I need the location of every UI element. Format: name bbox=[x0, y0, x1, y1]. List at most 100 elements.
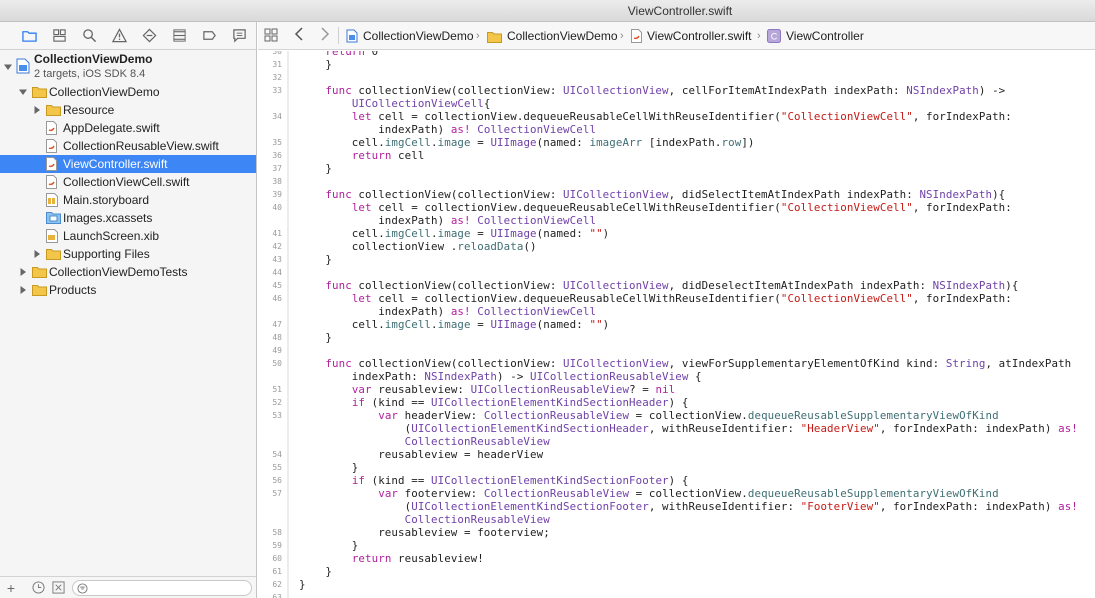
code-area[interactable]: 30 return 0 31 } 32 33 func collectionView(… bbox=[258, 51, 1095, 598]
tree-item[interactable]: CollectionViewDemo bbox=[0, 83, 256, 101]
code-line: func collectionView(collectionView: UICo… bbox=[325, 188, 1006, 201]
line-number: 36 bbox=[272, 151, 282, 160]
recent-files-icon[interactable] bbox=[32, 580, 46, 595]
project-file-icon bbox=[16, 58, 30, 74]
code-line: } bbox=[299, 539, 359, 552]
search-icon[interactable] bbox=[74, 24, 104, 48]
line-number: 34 bbox=[272, 112, 282, 121]
tree-item[interactable]: AppDelegate.swift bbox=[0, 119, 256, 137]
swift-file-icon bbox=[46, 157, 60, 171]
navigator-toolbar bbox=[0, 22, 256, 50]
symbol-navigator-icon[interactable] bbox=[44, 24, 74, 48]
tree-item[interactable]: CollectionReusableView.swift bbox=[0, 137, 256, 155]
swift-file-icon bbox=[46, 175, 60, 189]
project-navigator-folder-icon[interactable] bbox=[14, 24, 44, 48]
line-number: 59 bbox=[272, 541, 282, 550]
folder-icon bbox=[32, 265, 47, 279]
line-number: 30 bbox=[272, 51, 282, 56]
line-number: 35 bbox=[272, 138, 282, 147]
filter-icon bbox=[77, 583, 88, 594]
file-tree: CollectionViewDemo 2 targets, iOS SDK 8.… bbox=[0, 51, 256, 299]
code-line: if (kind == UICollectionElementKindSecti… bbox=[351, 396, 689, 409]
crumb-file[interactable]: ViewController.swift bbox=[631, 28, 751, 44]
xib-file-icon bbox=[46, 229, 60, 243]
code-line: cell.imgCell.image = UIImage(named: "") bbox=[299, 227, 610, 240]
source-control-filter-icon[interactable] bbox=[52, 580, 66, 595]
code-line: } bbox=[299, 331, 333, 344]
tree-item-label: CollectionViewCell.swift bbox=[63, 175, 190, 189]
line-number: 47 bbox=[272, 320, 282, 329]
code-line: CollectionReusableView bbox=[404, 513, 550, 526]
line-number: 58 bbox=[272, 528, 282, 537]
line-number: 57 bbox=[272, 489, 282, 498]
project-subtitle: 2 targets, iOS SDK 8.4 bbox=[34, 68, 146, 80]
project-root[interactable]: CollectionViewDemo 2 targets, iOS SDK 8.… bbox=[0, 51, 256, 83]
code-line: indexPath) as! CollectionViewCell bbox=[299, 123, 597, 136]
tree-item-label: CollectionReusableView.swift bbox=[63, 139, 219, 153]
tree-item[interactable]: CollectionViewCell.swift bbox=[0, 173, 256, 191]
tree-item[interactable]: Images.xcassets bbox=[0, 209, 256, 227]
class-symbol-icon: C bbox=[767, 29, 781, 47]
folder-icon bbox=[46, 103, 61, 117]
tree-item[interactable]: Products bbox=[0, 281, 256, 299]
code-line: (UICollectionElementKindSectionFooter, w… bbox=[299, 500, 1078, 513]
disclosure-closed-icon[interactable] bbox=[18, 263, 28, 281]
crumb-group[interactable]: CollectionViewDemo bbox=[487, 28, 618, 44]
line-number: 55 bbox=[272, 463, 282, 472]
code-line: reusableview = footerview; bbox=[299, 526, 550, 539]
filter-field[interactable] bbox=[72, 580, 252, 596]
back-arrow-icon[interactable] bbox=[294, 27, 304, 45]
jumpbar-separator bbox=[338, 27, 339, 44]
disclosure-closed-icon[interactable] bbox=[18, 281, 28, 299]
code-line: func collectionView(collectionView: UICo… bbox=[325, 279, 1019, 292]
line-number: 46 bbox=[272, 294, 282, 303]
disclosure-closed-icon[interactable] bbox=[32, 101, 42, 119]
tree-item[interactable]: Main.storyboard bbox=[0, 191, 256, 209]
tree-item[interactable]: Supporting Files bbox=[0, 245, 256, 263]
chevron-right-icon: › bbox=[476, 30, 480, 42]
jump-bar: CollectionViewDemo › CollectionViewDemo … bbox=[258, 22, 1095, 50]
line-number: 51 bbox=[272, 385, 282, 394]
warning-icon[interactable] bbox=[104, 24, 134, 48]
debug-list-icon[interactable] bbox=[164, 24, 194, 48]
forward-arrow-icon[interactable] bbox=[320, 27, 330, 45]
chevron-right-icon: › bbox=[620, 30, 624, 42]
test-diamond-icon[interactable] bbox=[134, 24, 164, 48]
source-editor: CollectionViewDemo › CollectionViewDemo … bbox=[258, 22, 1095, 598]
tree-item[interactable]: ViewController.swift bbox=[0, 155, 256, 173]
add-button[interactable]: + bbox=[4, 580, 18, 596]
related-items-grid-icon[interactable] bbox=[264, 28, 278, 42]
code-line: } bbox=[299, 565, 333, 578]
code-line: let cell = collectionView.dequeueReusabl… bbox=[351, 110, 1012, 123]
crumb-project[interactable]: CollectionViewDemo bbox=[346, 28, 474, 44]
report-bubble-icon[interactable] bbox=[224, 24, 254, 48]
tree-item-label: CollectionViewDemoTests bbox=[49, 265, 188, 279]
line-number: 45 bbox=[272, 281, 282, 290]
line-number: 62 bbox=[272, 580, 282, 589]
crumb-symbol-label: ViewController bbox=[786, 29, 864, 43]
code-line: let cell = collectionView.dequeueReusabl… bbox=[351, 201, 1012, 214]
line-number: 49 bbox=[272, 346, 282, 355]
line-number: 43 bbox=[272, 255, 282, 264]
code-line: var headerView: CollectionReusableView =… bbox=[378, 409, 999, 422]
swift-file-icon bbox=[46, 139, 60, 153]
tree-item[interactable]: CollectionViewDemoTests bbox=[0, 263, 256, 281]
code-line: return cell bbox=[351, 149, 425, 162]
code-line: var footerview: CollectionReusableView =… bbox=[378, 487, 999, 500]
breakpoint-icon[interactable] bbox=[194, 24, 224, 48]
line-number: 48 bbox=[272, 333, 282, 342]
code-line: } bbox=[299, 162, 333, 175]
line-number: 33 bbox=[272, 86, 282, 95]
tree-item-label: Images.xcassets bbox=[63, 211, 153, 225]
crumb-symbol[interactable]: C ViewController bbox=[767, 28, 864, 44]
tree-item[interactable]: Resource bbox=[0, 101, 256, 119]
tree-item[interactable]: LaunchScreen.xib bbox=[0, 227, 256, 245]
disclosure-open-icon[interactable] bbox=[18, 83, 28, 101]
tree-item-label: Main.storyboard bbox=[63, 193, 150, 207]
disclosure-open-icon[interactable] bbox=[3, 58, 13, 76]
disclosure-closed-icon[interactable] bbox=[32, 245, 42, 263]
code-line: let cell = collectionView.dequeueReusabl… bbox=[351, 292, 1012, 305]
line-number: 31 bbox=[272, 60, 282, 69]
line-number: 63 bbox=[272, 593, 282, 598]
tree-item-label: AppDelegate.swift bbox=[63, 121, 160, 135]
